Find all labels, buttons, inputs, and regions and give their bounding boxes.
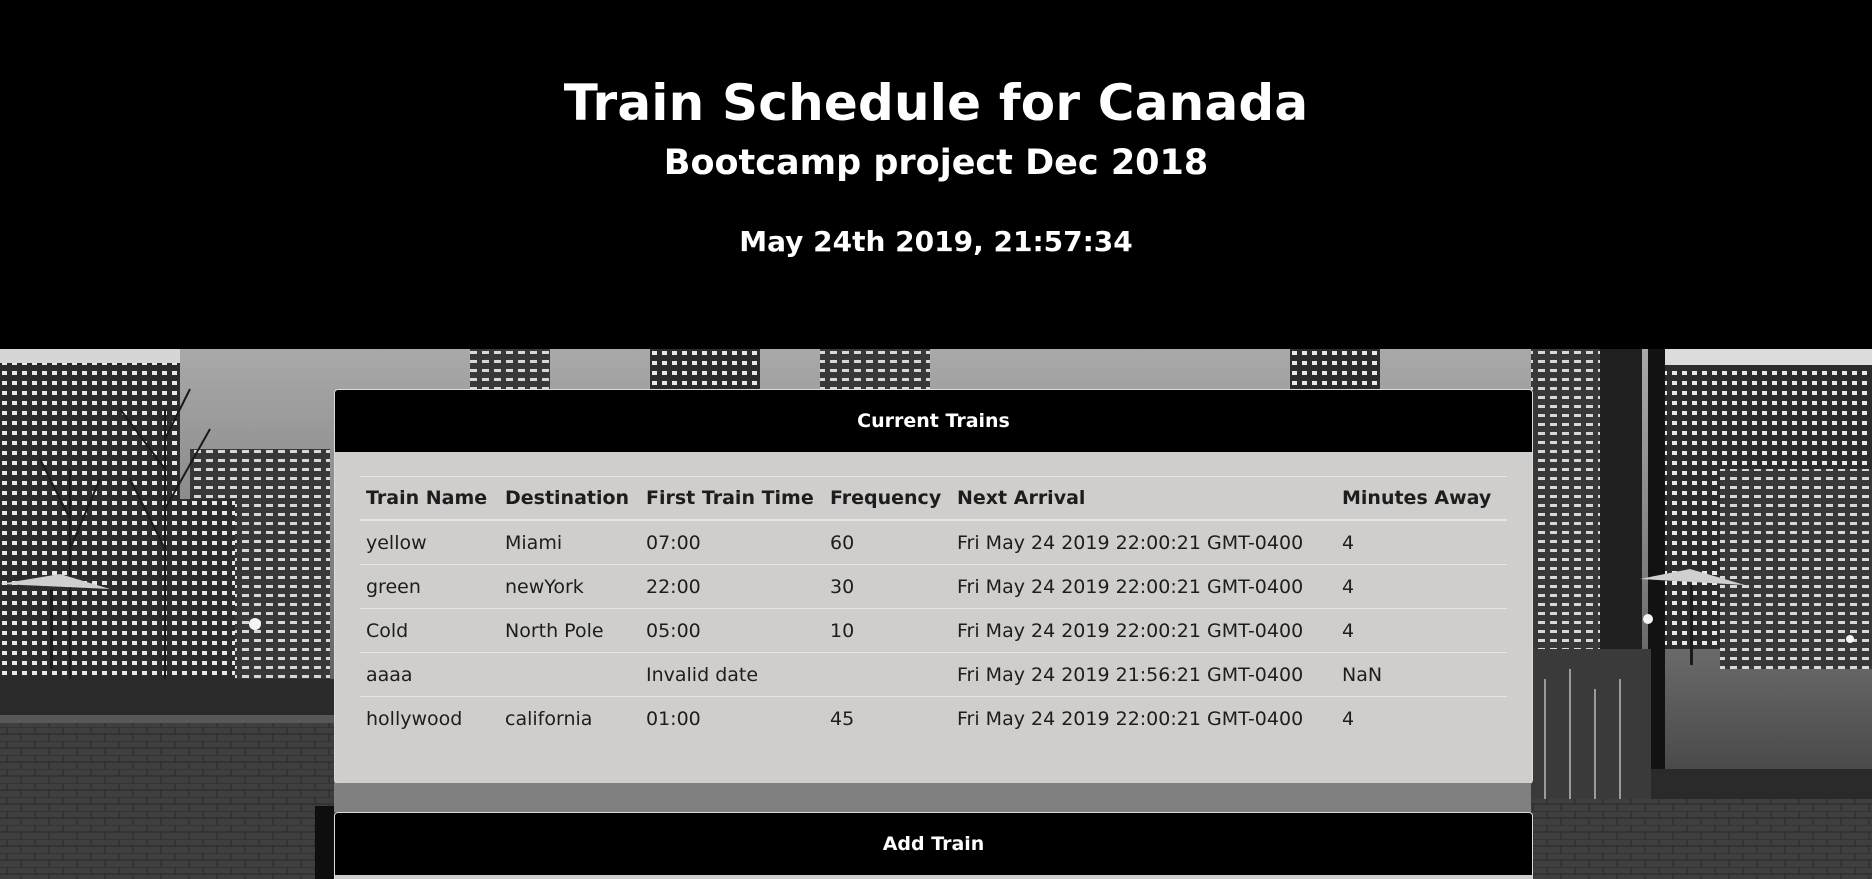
cell-minutes-away: 4 bbox=[1336, 696, 1507, 740]
cell-first-train-time: 05:00 bbox=[640, 608, 824, 653]
cell-next-arrival: Fri May 24 2019 22:00:21 GMT-0400 bbox=[951, 608, 1336, 653]
table-row: yellow Miami 07:00 60 Fri May 24 2019 22… bbox=[360, 519, 1507, 565]
cell-train-name: hollywood bbox=[360, 696, 499, 740]
cell-first-train-time: 22:00 bbox=[640, 564, 824, 609]
panel-spacer bbox=[334, 783, 1531, 812]
cell-minutes-away: 4 bbox=[1336, 608, 1507, 653]
cell-train-name: Cold bbox=[360, 608, 499, 653]
cell-destination bbox=[499, 652, 640, 697]
table-row: hollywood california 01:00 45 Fri May 24… bbox=[360, 696, 1507, 740]
cell-minutes-away: 4 bbox=[1336, 519, 1507, 565]
cell-next-arrival: Fri May 24 2019 22:00:21 GMT-0400 bbox=[951, 564, 1336, 609]
cell-frequency: 30 bbox=[824, 564, 951, 609]
column-header-first-train-time: First Train Time bbox=[640, 476, 824, 521]
cell-destination: california bbox=[499, 696, 640, 740]
cell-frequency: 10 bbox=[824, 608, 951, 653]
cell-train-name: aaaa bbox=[360, 652, 499, 697]
cell-minutes-away: 4 bbox=[1336, 564, 1507, 609]
cell-frequency: 45 bbox=[824, 696, 951, 740]
page-subtitle: Bootcamp project Dec 2018 bbox=[663, 143, 1209, 183]
cell-frequency: 60 bbox=[824, 519, 951, 565]
column-header-train-name: Train Name bbox=[360, 476, 499, 521]
cell-next-arrival: Fri May 24 2019 22:00:21 GMT-0400 bbox=[951, 696, 1336, 740]
cell-first-train-time: 01:00 bbox=[640, 696, 824, 740]
add-train-panel: Add Train bbox=[334, 812, 1533, 879]
page-title: Train Schedule for Canada bbox=[563, 74, 1309, 132]
cell-next-arrival: Fri May 24 2019 21:56:21 GMT-0400 bbox=[951, 652, 1336, 697]
cell-train-name: yellow bbox=[360, 519, 499, 565]
table-header-row: Train Name Destination First Train Time … bbox=[360, 476, 1507, 521]
current-trains-header: Current Trains bbox=[335, 390, 1532, 452]
cell-first-train-time: Invalid date bbox=[640, 652, 824, 697]
add-train-header: Add Train bbox=[335, 813, 1532, 875]
current-trains-panel: Current Trains Train Name Destination Fi… bbox=[334, 389, 1533, 784]
cell-frequency bbox=[824, 652, 951, 697]
current-time: May 24th 2019, 21:57:34 bbox=[739, 225, 1133, 258]
column-header-destination: Destination bbox=[499, 476, 640, 521]
page-header: Train Schedule for Canada Bootcamp proje… bbox=[0, 0, 1872, 349]
cell-destination: Miami bbox=[499, 519, 640, 565]
cell-minutes-away: NaN bbox=[1336, 652, 1507, 697]
column-header-next-arrival: Next Arrival bbox=[951, 476, 1336, 521]
column-header-minutes-away: Minutes Away bbox=[1336, 476, 1507, 521]
table-row: aaaa Invalid date Fri May 24 2019 21:56:… bbox=[360, 652, 1507, 697]
column-header-frequency: Frequency bbox=[824, 476, 951, 521]
table-row: green newYork 22:00 30 Fri May 24 2019 2… bbox=[360, 564, 1507, 609]
cell-next-arrival: Fri May 24 2019 22:00:21 GMT-0400 bbox=[951, 519, 1336, 565]
cell-destination: North Pole bbox=[499, 608, 640, 653]
trains-table: Train Name Destination First Train Time … bbox=[360, 476, 1507, 740]
cell-first-train-time: 07:00 bbox=[640, 519, 824, 565]
cell-train-name: green bbox=[360, 564, 499, 609]
table-row: Cold North Pole 05:00 10 Fri May 24 2019… bbox=[360, 608, 1507, 653]
cell-destination: newYork bbox=[499, 564, 640, 609]
